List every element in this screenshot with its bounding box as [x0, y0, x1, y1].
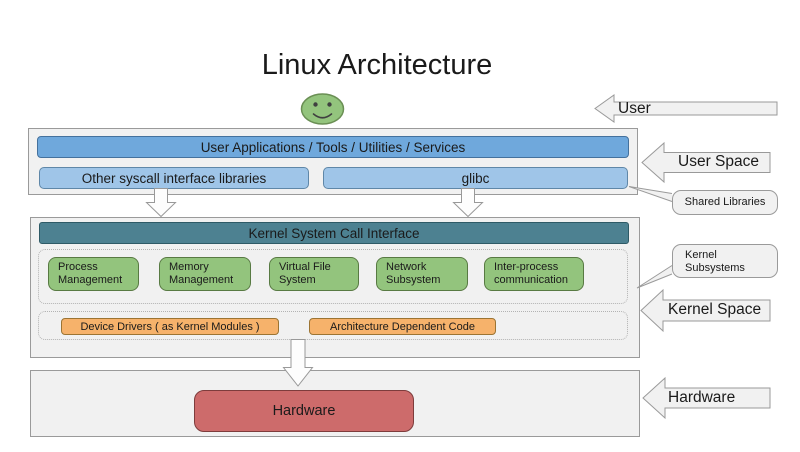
kernel-subsystems-label: Kernel Subsystems — [685, 249, 745, 274]
hardware-arrow-label: Hardware — [668, 389, 735, 407]
hardware-container: Hardware — [30, 370, 640, 437]
kernel-subsystems-callout: Kernel Subsystems — [672, 244, 778, 278]
other-syscall-label: Other syscall interface libraries — [82, 171, 267, 186]
kernel-space-arrow-label: Kernel Space — [668, 301, 761, 319]
kernel-subsystems-callout-tail — [637, 266, 672, 289]
glibc-label: glibc — [462, 171, 490, 186]
smiley-face-icon — [302, 94, 344, 124]
user-applications-label: User Applications / Tools / Utilities / … — [201, 140, 466, 155]
subsystem-virtual-file-system: Virtual File System — [269, 257, 359, 291]
subsystem-memory-management: Memory Management — [159, 257, 251, 291]
hardware-box: Hardware — [194, 390, 414, 432]
user-arrow-label: User — [618, 100, 651, 118]
subsystem-process-management: Process Management — [48, 257, 139, 291]
diagram-canvas: Linux Architecture User Applica — [0, 0, 800, 452]
architecture-dependent-code-label: Architecture Dependent Code — [330, 321, 475, 333]
subsystem-label: Memory Management — [169, 261, 250, 288]
kernel-space-container: Kernel System Call Interface Process Man… — [30, 217, 640, 358]
device-drivers-box: Device Drivers ( as Kernel Modules ) — [61, 318, 279, 335]
other-syscall-box: Other syscall interface libraries — [39, 167, 309, 189]
subsystem-label: Inter-process communication — [494, 261, 583, 288]
user-applications-bar: User Applications / Tools / Utilities / … — [37, 136, 629, 158]
subsystem-label: Virtual File System — [279, 261, 358, 288]
subsystem-label: Process Management — [58, 261, 138, 288]
glibc-box: glibc — [323, 167, 628, 189]
user-space-arrow-label: User Space — [678, 153, 759, 171]
kernel-subsystems-group: Process Management Memory Management Vir… — [38, 249, 628, 304]
kernel-syscall-interface-label: Kernel System Call Interface — [248, 226, 419, 241]
architecture-dependent-code-box: Architecture Dependent Code — [309, 318, 496, 335]
subsystem-network-subsystem: Network Subsystem — [376, 257, 468, 291]
user-space-container: User Applications / Tools / Utilities / … — [28, 128, 638, 195]
shared-libraries-label: Shared Libraries — [685, 196, 766, 209]
subsystem-label: Network Subsystem — [386, 261, 467, 288]
shared-libraries-callout: Shared Libraries — [672, 190, 778, 215]
subsystem-inter-process-communication: Inter-process communication — [484, 257, 584, 291]
kernel-syscall-interface-bar: Kernel System Call Interface — [39, 222, 629, 244]
hardware-box-label: Hardware — [273, 403, 336, 419]
device-drivers-label: Device Drivers ( as Kernel Modules ) — [80, 321, 259, 333]
page-title: Linux Architecture — [77, 48, 677, 82]
kernel-modules-group: Device Drivers ( as Kernel Modules ) Arc… — [38, 311, 628, 340]
